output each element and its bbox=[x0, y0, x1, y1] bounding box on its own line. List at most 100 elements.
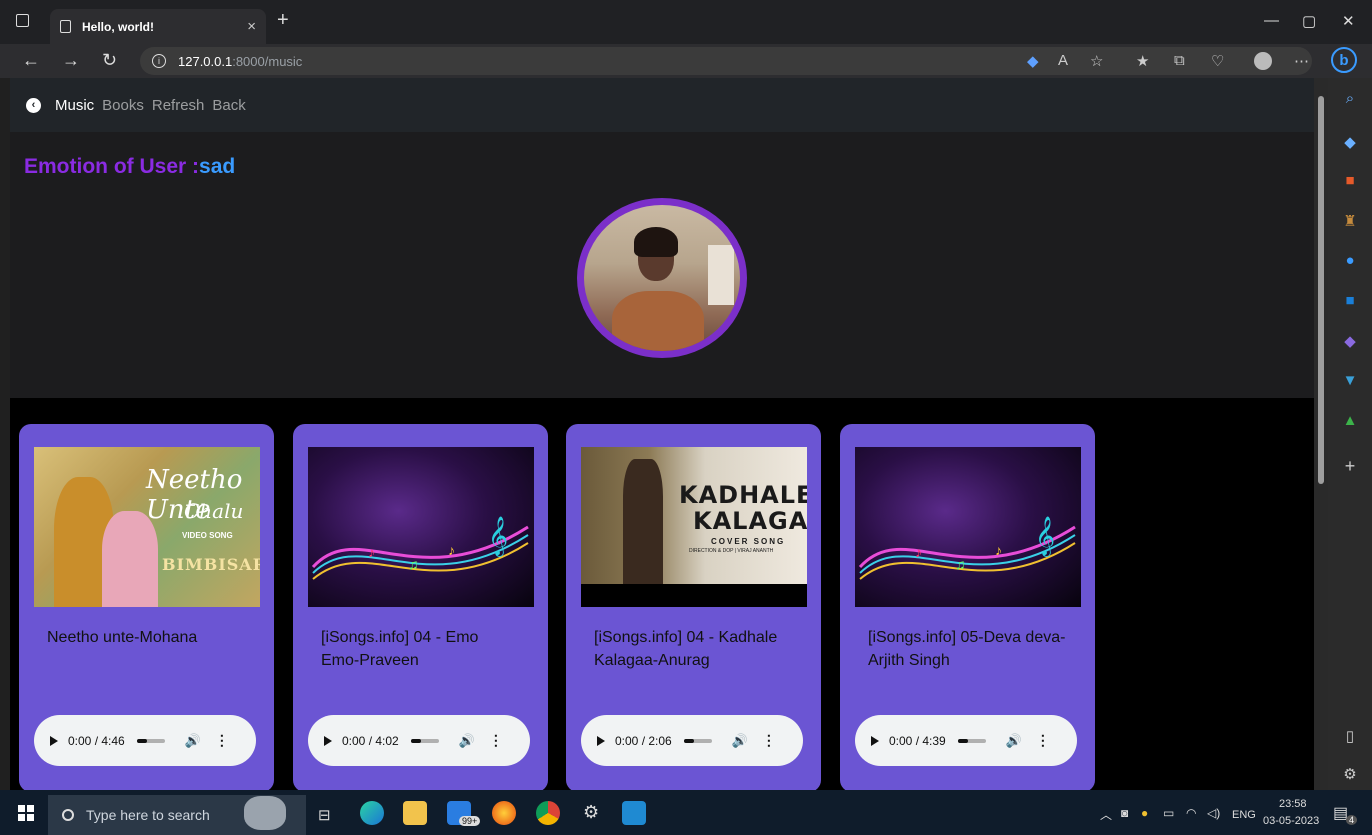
more-options-icon[interactable]: ⋮ bbox=[489, 732, 503, 749]
tree-icon[interactable]: ▲ bbox=[1340, 412, 1360, 429]
bing-chat-icon[interactable]: b bbox=[1331, 47, 1357, 73]
close-window-icon[interactable]: ✕ bbox=[1342, 12, 1355, 30]
cover-tag: VIDEO SONG bbox=[182, 531, 233, 540]
search-icon bbox=[62, 809, 74, 821]
song-card: KADHALE KALAGA COVER SONG DIRECTION & DO… bbox=[566, 424, 821, 792]
back-circle-icon[interactable]: ‹ bbox=[26, 97, 41, 113]
site-info-icon[interactable]: i bbox=[152, 54, 166, 68]
emotion-heading: Emotion of User :sad bbox=[24, 155, 235, 179]
tray-app-icon[interactable]: ◙ bbox=[1121, 806, 1128, 820]
read-aloud-icon[interactable]: A bbox=[1058, 52, 1068, 69]
restore-icon[interactable]: ▢ bbox=[1302, 12, 1316, 30]
tray-chevron-icon[interactable]: ︿ bbox=[1100, 806, 1112, 823]
audio-time: 0:00 / 2:06 bbox=[615, 733, 672, 748]
copilot-icon[interactable]: ● bbox=[1340, 252, 1360, 269]
song-title: [iSongs.info] 04 - Emo Emo-Praveen bbox=[321, 629, 479, 669]
nav-refresh[interactable]: Refresh bbox=[152, 97, 205, 114]
cover-subtitle: Chalu bbox=[184, 499, 244, 523]
play-icon[interactable] bbox=[324, 735, 332, 746]
hide-sidebar-icon[interactable]: ▯ bbox=[1340, 727, 1360, 745]
more-options-icon[interactable]: ⋮ bbox=[762, 732, 776, 749]
play-icon[interactable] bbox=[50, 735, 58, 746]
language-indicator[interactable]: ENG bbox=[1232, 809, 1256, 821]
volume-icon[interactable]: 🔊 bbox=[185, 733, 201, 749]
song-cover-music-notes: 𝄞 ♪ ♫ ♪ bbox=[308, 447, 534, 607]
volume-icon[interactable]: 🔊 bbox=[732, 733, 748, 749]
clock-date[interactable]: 03-05-2023 bbox=[1263, 815, 1319, 827]
emotion-value: sad bbox=[199, 155, 236, 178]
games-icon[interactable]: ♜ bbox=[1340, 212, 1360, 230]
photo-background bbox=[708, 245, 734, 305]
audio-seek-bar[interactable] bbox=[683, 738, 712, 743]
chrome-icon[interactable] bbox=[536, 801, 560, 825]
vscode-icon[interactable] bbox=[622, 801, 646, 825]
tab-title: Hello, world! bbox=[82, 19, 154, 34]
send-icon[interactable]: ▼ bbox=[1340, 372, 1360, 389]
nav-back[interactable]: Back bbox=[212, 97, 245, 114]
collections-icon[interactable]: ⧉ bbox=[1174, 52, 1185, 69]
audio-seek-bar[interactable] bbox=[410, 738, 439, 743]
svg-text:𝄞: 𝄞 bbox=[488, 517, 508, 557]
shopping-icon[interactable]: ◆ bbox=[1340, 133, 1360, 151]
new-tab-icon[interactable]: + bbox=[277, 9, 289, 32]
more-options-icon[interactable]: ⋮ bbox=[1036, 732, 1050, 749]
settings-icon[interactable]: ⚙ bbox=[1340, 765, 1360, 783]
audio-player[interactable]: 0:00 / 4:46 🔊 ⋮ bbox=[34, 715, 256, 766]
forward-arrow-icon[interactable]: → bbox=[62, 50, 80, 71]
edge-app-icon[interactable] bbox=[360, 801, 384, 825]
audio-player[interactable]: 0:00 / 2:06 🔊 ⋮ bbox=[581, 715, 803, 766]
task-view-icon[interactable]: ⊟ bbox=[318, 806, 331, 824]
song-title: Neetho unte-Mohana bbox=[47, 629, 198, 646]
battery-icon[interactable]: ▭ bbox=[1163, 806, 1174, 820]
cover-credits: DIRECTION & DOP | VIRAJ ANANTH bbox=[689, 548, 774, 554]
add-favorite-icon[interactable]: ☆ bbox=[1090, 52, 1103, 70]
minimize-icon[interactable]: — bbox=[1264, 12, 1279, 29]
coupon-icon[interactable]: ◆ bbox=[1027, 52, 1039, 70]
outlook-icon[interactable]: ■ bbox=[1340, 292, 1360, 309]
nav-music[interactable]: Music bbox=[55, 97, 94, 114]
audio-player[interactable]: 0:00 / 4:02 🔊 ⋮ bbox=[308, 715, 530, 766]
cover-figure bbox=[623, 459, 663, 584]
volume-icon[interactable]: 🔊 bbox=[1006, 733, 1022, 749]
back-arrow-icon[interactable]: ← bbox=[22, 50, 40, 71]
windows-start-icon[interactable] bbox=[18, 805, 34, 821]
designer-icon[interactable]: ◆ bbox=[1340, 332, 1360, 350]
reload-icon[interactable]: ↻ bbox=[102, 50, 117, 71]
profile-avatar[interactable] bbox=[1254, 52, 1272, 70]
audio-player[interactable]: 0:00 / 4:39 🔊 ⋮ bbox=[855, 715, 1077, 766]
tools-icon[interactable]: ■ bbox=[1340, 172, 1360, 189]
add-sidebar-icon[interactable]: + bbox=[1340, 456, 1360, 477]
more-options-icon[interactable]: ⋮ bbox=[215, 732, 229, 749]
play-icon[interactable] bbox=[597, 735, 605, 746]
scroll-thumb[interactable] bbox=[1318, 96, 1324, 484]
play-icon[interactable] bbox=[871, 735, 879, 746]
audio-time: 0:00 / 4:39 bbox=[889, 733, 946, 748]
song-cover-kadhale: KADHALE KALAGA COVER SONG DIRECTION & DO… bbox=[581, 447, 807, 607]
cover-title: KADHALE bbox=[679, 481, 807, 509]
clock-time[interactable]: 23:58 bbox=[1279, 798, 1307, 810]
photo-person-body bbox=[612, 291, 704, 351]
audio-seek-bar[interactable] bbox=[136, 738, 165, 743]
browser-tab[interactable]: Hello, world! × bbox=[50, 9, 266, 44]
wifi-icon[interactable]: ◠ bbox=[1186, 806, 1196, 820]
close-tab-icon[interactable]: × bbox=[247, 18, 256, 35]
speaker-icon[interactable]: ◁) bbox=[1207, 806, 1220, 820]
cover-figure bbox=[102, 511, 158, 607]
health-icon[interactable]: ♡ bbox=[1211, 52, 1224, 70]
firefox-icon[interactable] bbox=[492, 801, 516, 825]
svg-text:♪: ♪ bbox=[448, 542, 455, 558]
favorites-icon[interactable]: ★ bbox=[1136, 52, 1149, 70]
tray-cloud-icon[interactable]: ● bbox=[1141, 806, 1148, 820]
file-explorer-icon[interactable] bbox=[403, 801, 427, 825]
cover-tag: COVER SONG bbox=[711, 537, 786, 546]
nav-books[interactable]: Books bbox=[102, 97, 144, 114]
audio-seek-bar[interactable] bbox=[957, 738, 986, 743]
song-card: 𝄞 ♪ ♫ ♪ [iSongs.info] 05-Deva deva-Arjit… bbox=[840, 424, 1095, 792]
search-icon[interactable]: ⌕ bbox=[1340, 90, 1360, 107]
svg-text:♪: ♪ bbox=[995, 542, 1002, 558]
volume-icon[interactable]: 🔊 bbox=[459, 733, 475, 749]
svg-text:♫: ♫ bbox=[408, 556, 419, 572]
tab-actions-icon[interactable] bbox=[16, 14, 29, 27]
more-menu-icon[interactable]: ⋯ bbox=[1294, 52, 1309, 70]
settings-app-icon[interactable]: ⚙ bbox=[583, 802, 599, 823]
